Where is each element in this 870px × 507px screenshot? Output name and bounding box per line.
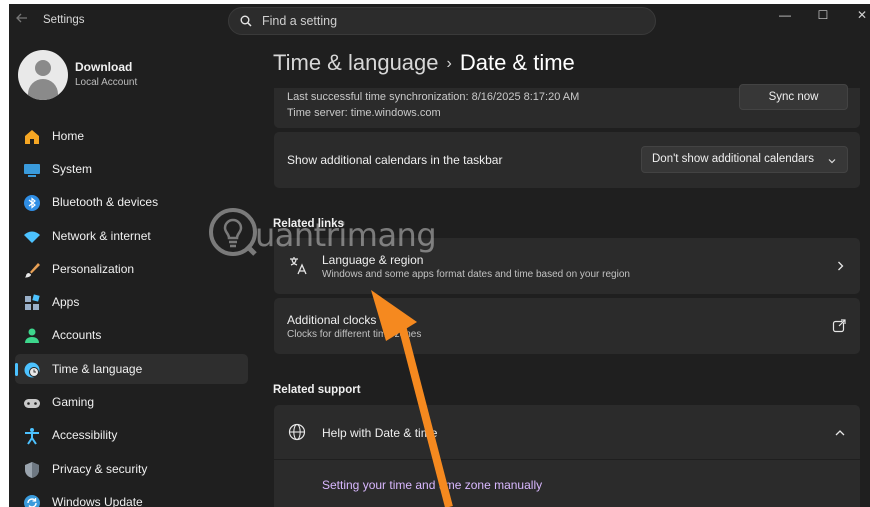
sidebar-item-label: Bluetooth & devices	[52, 195, 159, 209]
wifi-icon	[24, 231, 40, 243]
related-support-heading: Related support	[273, 384, 361, 396]
selection-indicator	[15, 363, 18, 376]
time-server-text: Time server: time.windows.com	[287, 107, 441, 119]
close-button[interactable]: ✕	[849, 6, 870, 24]
help-content-panel: Setting your time and time zone manually	[274, 460, 860, 507]
sidebar-item-label: Accounts	[52, 328, 102, 342]
accounts-icon	[25, 328, 39, 343]
avatar[interactable]	[18, 50, 68, 100]
minimize-button[interactable]: —	[772, 6, 798, 24]
open-external-icon	[832, 319, 846, 333]
sidebar-item-label: Network & internet	[52, 229, 151, 243]
language-region-subtitle: Windows and some apps format dates and t…	[322, 269, 630, 280]
sidebar-item-accessibility[interactable]: Accessibility	[15, 420, 248, 450]
chevron-right-icon	[838, 261, 844, 271]
breadcrumb: Time & language › Date & time	[273, 50, 575, 76]
sidebar-item-label: Apps	[52, 295, 80, 309]
watermark-text: uantrimang	[255, 216, 437, 254]
system-icon	[24, 164, 40, 177]
title-bar: Settings — ☐ ✕	[9, 4, 870, 38]
additional-clocks-subtitle: Clocks for different time zones	[287, 329, 422, 340]
last-sync-text: Last successful time synchronization: 8/…	[287, 91, 580, 103]
sidebar-item-home[interactable]: Home	[15, 121, 248, 151]
brush-icon	[25, 263, 40, 278]
additional-clocks-link[interactable]: Additional clocks Clocks for different t…	[274, 298, 860, 354]
help-link-setting-time[interactable]: Setting your time and time zone manually	[322, 478, 542, 492]
user-name: Download	[75, 60, 133, 74]
account-type: Local Account	[75, 77, 138, 88]
sidebar-item-label: Time & language	[52, 362, 143, 376]
globe-clock-icon	[24, 362, 40, 378]
sidebar-item-label: Windows Update	[52, 495, 143, 507]
calendars-dropdown[interactable]: Don't show additional calendars	[641, 146, 848, 173]
sidebar-item-gaming[interactable]: Gaming	[15, 387, 248, 417]
sidebar-item-label: System	[52, 162, 93, 176]
breadcrumb-parent[interactable]: Time & language	[273, 50, 439, 75]
breadcrumb-separator: ›	[446, 55, 452, 72]
bluetooth-icon	[24, 195, 40, 211]
help-title: Help with Date & time	[322, 426, 438, 440]
sidebar-item-label: Privacy & security	[52, 462, 148, 476]
sync-card: Last successful time synchronization: 8/…	[274, 84, 860, 128]
calendars-dropdown-value: Don't show additional calendars	[652, 153, 815, 165]
additional-clocks-title: Additional clocks	[287, 313, 377, 327]
sidebar-item-windows-update[interactable]: Windows Update	[15, 487, 248, 507]
shield-icon	[25, 462, 39, 478]
search-input[interactable]	[262, 12, 642, 30]
calendars-card: Show additional calendars in the taskbar…	[274, 132, 860, 188]
calendars-label: Show additional calendars in the taskbar	[287, 153, 503, 167]
gamepad-icon	[24, 399, 40, 408]
app-title: Settings	[43, 14, 85, 26]
avatar-body-shape	[28, 79, 58, 100]
maximize-button[interactable]: ☐	[810, 6, 836, 24]
avatar-head-shape	[35, 60, 51, 76]
sidebar-item-label: Personalization	[52, 262, 135, 276]
sidebar-item-privacy[interactable]: Privacy & security	[15, 454, 248, 484]
sidebar-item-label: Home	[52, 129, 85, 143]
globe-icon	[288, 423, 306, 441]
sidebar-item-apps[interactable]: Apps	[15, 287, 248, 317]
sidebar-item-label: Accessibility	[52, 428, 118, 442]
page-title: Date & time	[459, 50, 575, 75]
apps-icon	[25, 294, 40, 310]
chevron-down-icon	[828, 159, 836, 164]
watermark: uantrimang	[207, 206, 457, 262]
sidebar-item-system[interactable]: System	[15, 154, 248, 184]
search-box[interactable]	[228, 7, 656, 35]
sidebar-item-accounts[interactable]: Accounts	[15, 320, 248, 350]
chevron-up-icon	[835, 430, 845, 436]
search-icon	[240, 15, 252, 27]
sidebar-item-time-language[interactable]: Time & language	[15, 354, 248, 384]
settings-window: Settings — ☐ ✕ Download Local Account Ho…	[9, 4, 870, 507]
accessibility-icon	[25, 428, 39, 445]
help-date-time-expander[interactable]: Help with Date & time	[274, 405, 860, 459]
update-icon	[24, 495, 40, 507]
sync-now-button[interactable]: Sync now	[739, 84, 848, 110]
back-arrow-icon[interactable]	[15, 11, 31, 27]
sidebar-item-label: Gaming	[52, 395, 95, 409]
home-icon	[25, 130, 39, 144]
watermark-bulb-icon	[209, 208, 257, 256]
